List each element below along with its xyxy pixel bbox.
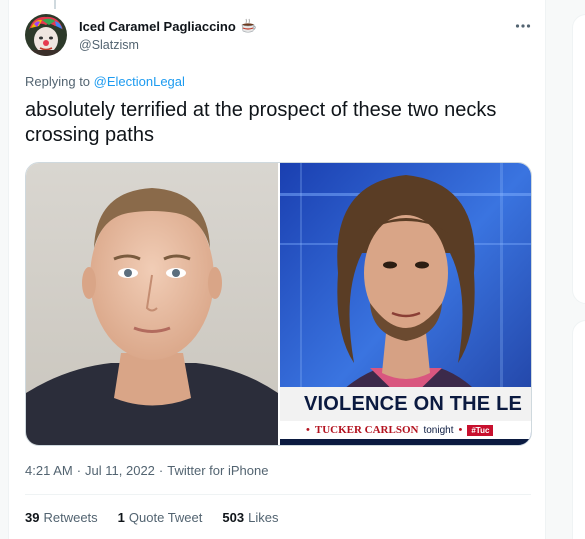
replying-to-label: Replying to xyxy=(25,74,94,89)
tweet-date[interactable]: Jul 11, 2022 xyxy=(85,463,155,478)
sidebar-card-bottom xyxy=(572,320,585,539)
meta-separator: · xyxy=(76,463,82,478)
retweets-label: Retweets xyxy=(43,510,98,525)
more-dots-icon xyxy=(515,24,531,28)
chyron-bottom-bar xyxy=(280,439,531,445)
tweet-body-text: absolutely terrified at the prospect of … xyxy=(25,99,497,146)
chyron-show-name: TUCKER CARLSON xyxy=(314,424,419,436)
author-avatar[interactable] xyxy=(25,14,67,56)
coffee-emoji-icon xyxy=(240,18,256,34)
chyron-bullet-icon: • xyxy=(458,424,463,436)
meta-separator: · xyxy=(158,463,164,478)
tv-interview-photo[interactable]: VIOLENCE ON THE LE • TUCKER CARLSON toni… xyxy=(280,163,531,445)
tweet-time[interactable]: 4:21 AM xyxy=(25,463,73,478)
chyron-tonight: tonight xyxy=(423,424,454,436)
quotes-label: Quote Tweet xyxy=(128,510,203,525)
likes-count: 503 xyxy=(222,510,245,525)
tweet-meta-line: 4:21 AM · Jul 11, 2022 · Twitter for iPh… xyxy=(25,463,268,478)
retweets-stat[interactable]: 39 Retweets xyxy=(25,510,98,525)
replying-to-handle-link[interactable]: @ElectionLegal xyxy=(94,74,185,89)
author-display-name[interactable]: Iced Caramel Pagliaccino xyxy=(79,19,236,34)
tweet-source[interactable]: Twitter for iPhone xyxy=(167,463,268,478)
chyron-bullet-icon: • xyxy=(306,424,310,436)
more-options-button[interactable] xyxy=(509,14,537,38)
likes-stat[interactable]: 503 Likes xyxy=(222,510,278,525)
news-chyron-subline: • TUCKER CARLSON tonight • #Tuc xyxy=(280,421,531,439)
retweets-count: 39 xyxy=(25,510,40,525)
author-name-row: Iced Caramel Pagliaccino xyxy=(79,18,256,34)
author-handle[interactable]: @Slatzism xyxy=(79,38,139,52)
tweet-card: Iced Caramel Pagliaccino @Slatzism Reply… xyxy=(8,0,546,539)
mugshot-photo[interactable] xyxy=(26,163,278,445)
replying-to-line: Replying to @ElectionLegal xyxy=(25,74,185,89)
quotes-count: 1 xyxy=(117,510,125,525)
tweet-media-grid: VIOLENCE ON THE LE • TUCKER CARLSON toni… xyxy=(25,162,532,446)
thread-connector-line xyxy=(54,0,56,9)
sidebar-card-top xyxy=(572,14,585,304)
likes-label: Likes xyxy=(248,510,279,525)
news-chyron-headline: VIOLENCE ON THE LE xyxy=(280,387,531,421)
stats-divider xyxy=(25,494,531,495)
chyron-hashtag: #Tuc xyxy=(467,424,494,436)
tweet-stats: 39 Retweets 1 Quote Tweet 503 Likes xyxy=(25,510,278,525)
quotes-stat[interactable]: 1 Quote Tweet xyxy=(118,510,203,525)
